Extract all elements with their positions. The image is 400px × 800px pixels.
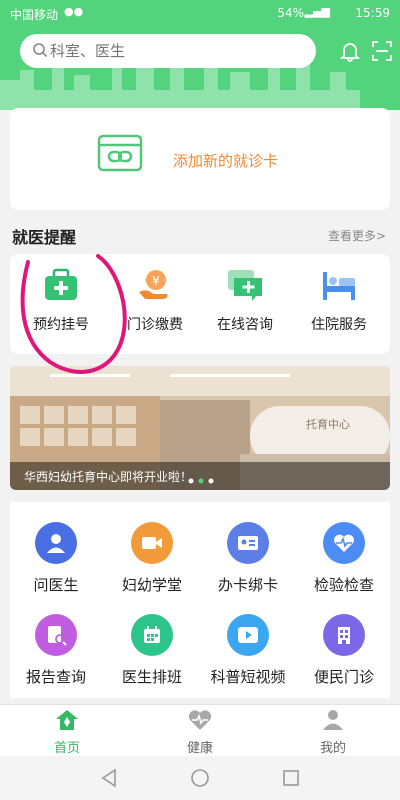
status-bar: 中国移动 ●● ▂▄▆ 54% 15:59 xyxy=(0,0,400,28)
grid-item-convenience-clinic[interactable]: 便民门诊 xyxy=(298,614,390,687)
quick-action-payment[interactable]: ¥ 门诊缴费 xyxy=(110,268,200,334)
grid-item-lab-tests[interactable]: 检验检查 xyxy=(298,522,390,595)
quick-action-label: 门诊缴费 xyxy=(127,317,183,333)
tab-home[interactable]: 首页 xyxy=(22,709,112,756)
tab-mine[interactable]: 我的 xyxy=(288,709,378,756)
quick-action-appointment[interactable]: 预约挂号 xyxy=(16,268,106,334)
payment-hand-icon: ¥ xyxy=(139,270,168,299)
video-camera-icon xyxy=(131,522,173,564)
home-icon xyxy=(56,710,78,730)
grid-item-label: 检验检查 xyxy=(313,576,374,594)
banner-caption-bar: 华西妇幼托育中心即将开业啦！ xyxy=(10,462,390,490)
service-grid: 问医生 妇幼学堂 办卡绑卡 检验检查 报告查询 医生排班 科普短视频 便民门诊 xyxy=(10,502,390,698)
carousel-dots xyxy=(188,478,214,484)
user-icon xyxy=(323,710,343,730)
search-bar[interactable] xyxy=(20,34,316,68)
quick-actions-panel: 预约挂号 ¥ 门诊缴费 在线咨询 住院服务 xyxy=(10,254,390,354)
view-more-link[interactable]: 查看更多> xyxy=(328,227,386,244)
calendar-icon xyxy=(131,614,173,656)
wechat-icon: ●● xyxy=(64,5,84,18)
search-input[interactable] xyxy=(50,40,290,62)
recents-icon[interactable] xyxy=(282,769,300,787)
svg-text:¥: ¥ xyxy=(152,274,160,288)
card-link-icon xyxy=(97,134,143,172)
quick-action-label: 预约挂号 xyxy=(33,317,89,333)
play-video-icon xyxy=(227,614,269,656)
signal-icon: ▂▄▆ xyxy=(304,5,330,18)
quick-action-inpatient[interactable]: 住院服务 xyxy=(294,268,384,334)
grid-item-maternal-school[interactable]: 妇幼学堂 xyxy=(106,522,198,595)
clock: 15:59 xyxy=(355,6,390,20)
tab-label: 首页 xyxy=(53,741,80,756)
grid-item-label: 科普短视频 xyxy=(210,668,286,686)
grid-item-label: 办卡绑卡 xyxy=(217,576,278,594)
quick-action-online-consult[interactable]: 在线咨询 xyxy=(200,268,290,334)
medical-kit-icon xyxy=(45,268,77,300)
doctor-icon xyxy=(35,522,77,564)
add-card-label: 添加新的就诊卡 xyxy=(173,152,279,170)
grid-item-label: 医生排班 xyxy=(121,668,182,686)
home-circle-icon[interactable] xyxy=(190,768,210,788)
chat-plus-icon xyxy=(228,270,262,301)
report-search-icon xyxy=(35,614,77,656)
bottom-tab-bar: 首页 健康 我的 xyxy=(0,704,400,757)
quick-action-label: 在线咨询 xyxy=(217,317,273,333)
grid-item-label: 问医生 xyxy=(33,576,79,594)
heart-icon xyxy=(188,710,212,730)
battery-percent: 54% xyxy=(277,6,304,20)
scan-icon[interactable] xyxy=(371,40,393,62)
svg-text:托育中心: 托育中心 xyxy=(306,417,350,431)
carrier-label: 中国移动 xyxy=(10,8,59,22)
heart-pulse-icon xyxy=(323,522,365,564)
banner-caption: 华西妇幼托育中心即将开业啦！ xyxy=(24,470,193,484)
section-title: 就医提醒 xyxy=(12,228,77,247)
tab-label: 我的 xyxy=(319,741,346,756)
grid-item-label: 便民门诊 xyxy=(313,668,374,686)
grid-item-short-videos[interactable]: 科普短视频 xyxy=(202,614,294,687)
grid-item-doctor-schedule[interactable]: 医生排班 xyxy=(106,614,198,687)
building-icon xyxy=(323,614,365,656)
grid-item-ask-doctor[interactable]: 问医生 xyxy=(10,522,102,595)
system-navigation-bar xyxy=(0,756,400,800)
promo-banner[interactable]: 托育中心 华西妇幼托育中心即将开业啦！ xyxy=(10,366,390,490)
add-medical-card-panel[interactable]: 添加新的就诊卡 xyxy=(10,108,390,210)
grid-item-label: 报告查询 xyxy=(25,668,86,686)
quick-action-label: 住院服务 xyxy=(311,317,367,333)
bell-icon[interactable] xyxy=(339,40,361,62)
grid-item-card-binding[interactable]: 办卡绑卡 xyxy=(202,522,294,595)
grid-item-label: 妇幼学堂 xyxy=(121,576,182,594)
back-icon[interactable] xyxy=(100,768,118,788)
tab-label: 健康 xyxy=(186,741,213,756)
id-card-icon xyxy=(227,522,269,564)
hospital-bed-icon xyxy=(323,272,355,300)
tab-health[interactable]: 健康 xyxy=(155,709,245,756)
grid-item-report-query[interactable]: 报告查询 xyxy=(10,614,102,687)
search-icon xyxy=(33,43,48,58)
